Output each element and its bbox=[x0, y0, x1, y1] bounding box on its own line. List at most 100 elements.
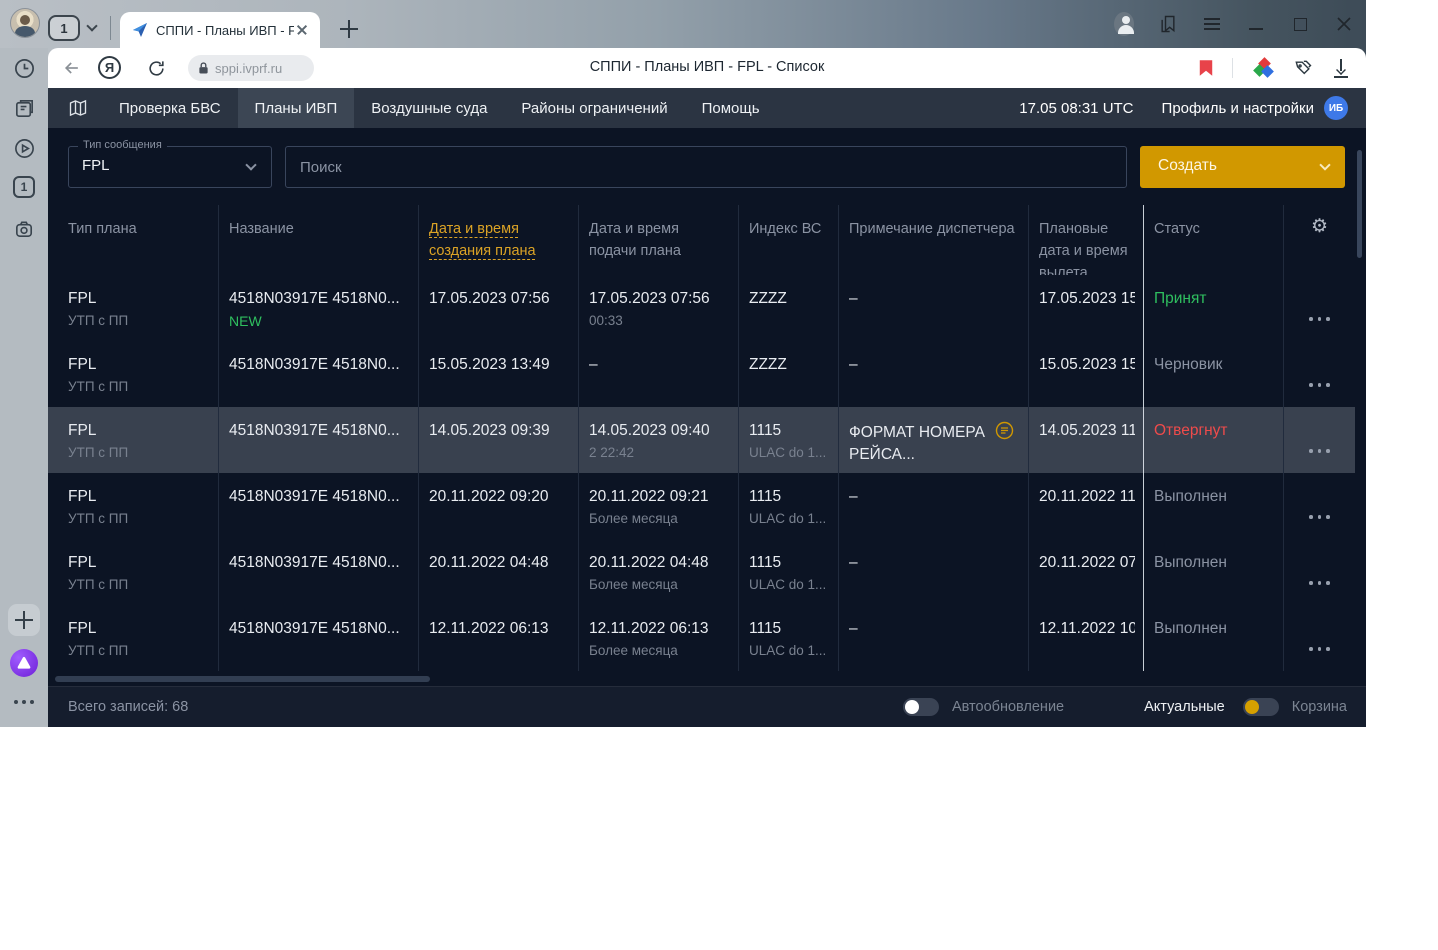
message-type-value: FPL bbox=[82, 157, 110, 174]
cell-aircraft-sub: ULAC do 1... bbox=[749, 511, 830, 526]
tab-close-icon[interactable] bbox=[294, 22, 310, 38]
vertical-scrollbar[interactable] bbox=[1357, 150, 1362, 258]
browser-menu-icon[interactable] bbox=[1202, 14, 1222, 34]
row-menu-icon[interactable] bbox=[1309, 449, 1330, 453]
cell-aircraft-sub: ULAC do 1... bbox=[749, 577, 830, 592]
cell-plan-type: FPL bbox=[68, 356, 210, 374]
nav-item-aircraft[interactable]: Воздушные суда bbox=[354, 88, 504, 128]
create-button[interactable]: Создать bbox=[1140, 146, 1345, 188]
cell-planned: 20.11.2022 11:0 bbox=[1039, 488, 1135, 506]
horizontal-scrollbar[interactable] bbox=[55, 676, 1366, 683]
tab-counter-icon[interactable]: 1 bbox=[12, 175, 36, 199]
header-dispatcher-note[interactable]: Примечание диспетчера bbox=[838, 205, 1028, 275]
header-planned-departure[interactable]: Плановые дата и время вылета bbox=[1028, 205, 1143, 275]
cell-name: 4518N03917E 4518N0... bbox=[229, 356, 410, 374]
browser-sidebar: 1 bbox=[0, 48, 48, 727]
table-row[interactable]: FPL УТП с ПП 4518N03917E 4518N0... 15.05.… bbox=[48, 341, 1355, 407]
header-aircraft-index[interactable]: Индекс ВС bbox=[738, 205, 838, 275]
cell-created: 20.11.2022 09:20 bbox=[429, 488, 570, 506]
map-icon[interactable] bbox=[68, 98, 88, 118]
actual-trash-toggle[interactable] bbox=[1243, 698, 1279, 716]
alice-assistant-icon[interactable] bbox=[10, 649, 38, 677]
nav-item-help[interactable]: Помощь bbox=[685, 88, 777, 128]
cell-created: 20.11.2022 04:48 bbox=[429, 554, 570, 572]
cell-submitted: 12.11.2022 06:13 bbox=[589, 620, 730, 638]
nav-item-restriction-areas[interactable]: Районы ограничений bbox=[504, 88, 684, 128]
cell-submitted-sub: Более месяца bbox=[589, 511, 730, 526]
play-icon[interactable] bbox=[12, 136, 36, 160]
browser-profile-avatar[interactable] bbox=[10, 8, 40, 38]
cell-submitted: – bbox=[589, 356, 730, 374]
close-button[interactable] bbox=[1334, 14, 1354, 34]
cell-planned: 15.05.2023 15 bbox=[1039, 356, 1135, 374]
row-menu-icon[interactable] bbox=[1309, 317, 1330, 321]
trash-label[interactable]: Корзина bbox=[1292, 699, 1347, 715]
cell-plan-type: FPL bbox=[68, 290, 210, 308]
cell-note: – bbox=[849, 290, 1020, 308]
cell-plan-type: FPL bbox=[68, 554, 210, 572]
new-badge: NEW bbox=[229, 313, 410, 329]
browser-user-icon[interactable] bbox=[1114, 12, 1134, 36]
header-submitted[interactable]: Дата и время подачи плана bbox=[578, 205, 738, 275]
cell-plan-subtype: УТП с ПП bbox=[68, 379, 210, 394]
row-menu-icon[interactable] bbox=[1309, 383, 1330, 387]
row-menu-icon[interactable] bbox=[1309, 515, 1330, 519]
nav-item-bvs-check[interactable]: Проверка БВС bbox=[102, 88, 238, 128]
sidebar-add-button[interactable] bbox=[8, 604, 40, 636]
cell-planned: 14.05.2023 11: bbox=[1039, 422, 1135, 440]
cell-plan-subtype: УТП с ПП bbox=[68, 577, 210, 592]
header-plan-type[interactable]: Тип плана bbox=[48, 205, 218, 275]
actual-label[interactable]: Актуальные bbox=[1144, 699, 1225, 715]
cell-created: 12.11.2022 06:13 bbox=[429, 620, 570, 638]
search-input[interactable] bbox=[285, 146, 1127, 188]
user-avatar[interactable]: ИБ bbox=[1324, 96, 1348, 120]
cell-submitted: 20.11.2022 09:21 bbox=[589, 488, 730, 506]
cell-submitted: 20.11.2022 04:48 bbox=[589, 554, 730, 572]
browser-tab[interactable]: СППИ - Планы ИВП - F bbox=[120, 12, 320, 48]
cell-plan-subtype: УТП с ПП bbox=[68, 313, 210, 328]
collections-icon[interactable] bbox=[1293, 58, 1313, 78]
header-status[interactable]: Статус bbox=[1143, 205, 1283, 275]
message-type-select[interactable]: Тип сообщения FPL bbox=[68, 146, 272, 188]
cell-aircraft-sub: ULAC do 1... bbox=[749, 643, 830, 658]
maximize-button[interactable] bbox=[1290, 14, 1310, 34]
cell-created: 14.05.2023 09:39 bbox=[429, 422, 570, 440]
row-menu-icon[interactable] bbox=[1309, 647, 1330, 651]
bookmark-icon[interactable] bbox=[1199, 59, 1213, 77]
cell-submitted: 17.05.2023 07:56 bbox=[589, 290, 730, 308]
cell-plan-subtype: УТП с ПП bbox=[68, 511, 210, 526]
sidebar-more-icon[interactable] bbox=[12, 700, 36, 704]
header-name[interactable]: Название bbox=[218, 205, 418, 275]
autorefresh-label: Автообновление bbox=[952, 699, 1064, 715]
screenshot-camera-icon[interactable] bbox=[12, 216, 36, 240]
table-row[interactable]: FPLУТП с ПП 4518N03917E 4518N0...NEW 17.… bbox=[48, 275, 1355, 341]
divider bbox=[1232, 58, 1233, 78]
cell-note: – bbox=[849, 620, 1020, 638]
header-created-sorted[interactable]: Дата и время создания плана bbox=[418, 205, 578, 275]
chevron-down-icon bbox=[245, 159, 256, 170]
minimize-button[interactable] bbox=[1246, 14, 1266, 34]
table-row[interactable]: FPLУТП с ПП 4518N03917E 4518N0... 20.11.… bbox=[48, 473, 1355, 539]
history-icon[interactable] bbox=[12, 56, 36, 80]
row-menu-icon[interactable] bbox=[1309, 581, 1330, 585]
status-badge: Выполнен bbox=[1154, 488, 1275, 506]
notes-icon[interactable] bbox=[12, 96, 36, 120]
downloads-icon[interactable] bbox=[1332, 58, 1350, 78]
nav-item-ivp-plans[interactable]: Планы ИВП bbox=[238, 88, 355, 128]
table-row[interactable]: FPLУТП с ПП 4518N03917E 4518N0... 12.11.… bbox=[48, 605, 1355, 671]
tab-panels-icon[interactable] bbox=[1158, 14, 1178, 34]
table-row[interactable]: FPLУТП с ПП 4518N03917E 4518N0... 20.11.… bbox=[48, 539, 1355, 605]
cell-plan-type: FPL bbox=[68, 488, 210, 506]
column-settings-button[interactable]: ⚙ bbox=[1283, 205, 1355, 275]
cell-plan-subtype: УТП с ПП bbox=[68, 445, 210, 460]
cell-plan-type: FPL bbox=[68, 620, 210, 638]
new-tab-button[interactable] bbox=[336, 16, 362, 42]
tab-count-button[interactable]: 1 bbox=[48, 15, 80, 41]
cell-created: 17.05.2023 07:56 bbox=[429, 290, 570, 308]
autorefresh-toggle[interactable] bbox=[903, 698, 939, 716]
profile-settings-link[interactable]: Профиль и настройки bbox=[1162, 100, 1314, 117]
extensions-icon[interactable] bbox=[1252, 57, 1274, 79]
note-list-icon[interactable] bbox=[995, 421, 1014, 440]
tab-list-chevron-icon[interactable] bbox=[86, 20, 97, 31]
table-row-selected[interactable]: FPLУТП с ПП 4518N03917E 4518N0... 14.05.… bbox=[48, 407, 1355, 473]
